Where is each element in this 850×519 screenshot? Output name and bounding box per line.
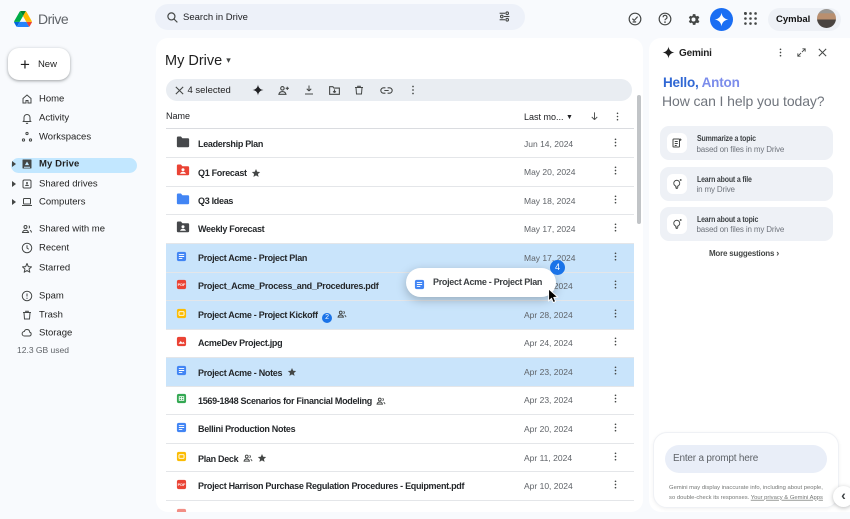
- svg-text:PDF: PDF: [178, 511, 186, 512]
- svg-text:PDF: PDF: [178, 282, 186, 287]
- svg-text:PDF: PDF: [178, 482, 186, 487]
